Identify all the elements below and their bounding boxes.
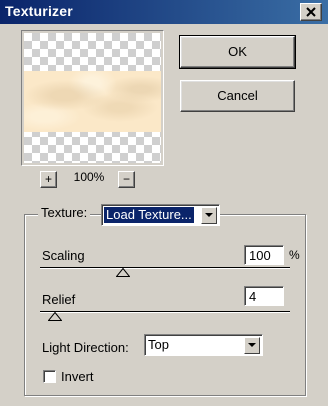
texture-dropdown-value: Load Texture... (104, 207, 194, 223)
zoom-in-button[interactable]: + (40, 171, 57, 188)
cancel-button[interactable]: Cancel (180, 80, 295, 112)
invert-checkbox[interactable] (43, 370, 56, 383)
texture-dropdown[interactable]: Load Texture... (101, 204, 220, 226)
invert-label[interactable]: Invert (61, 369, 94, 384)
texture-preview-image (24, 71, 161, 132)
light-direction-label: Light Direction: (42, 340, 129, 355)
light-direction-value: Top (148, 337, 169, 352)
relief-slider-track[interactable] (40, 311, 290, 313)
zoom-out-button[interactable]: − (118, 171, 135, 188)
light-direction-dropdown[interactable]: Top (144, 334, 263, 356)
scaling-input[interactable]: 100 (244, 245, 284, 265)
scaling-unit: % (289, 248, 300, 262)
texture-label: Texture: (38, 205, 91, 220)
scaling-slider-thumb[interactable] (115, 268, 130, 277)
close-icon (306, 7, 316, 17)
close-button[interactable] (300, 3, 322, 21)
scaling-label: Scaling (42, 248, 85, 263)
ok-button[interactable]: OK (179, 35, 296, 69)
scaling-slider-track[interactable] (40, 267, 290, 269)
relief-slider-thumb[interactable] (48, 312, 62, 321)
title-bar: Texturizer (0, 0, 328, 24)
chevron-down-icon[interactable] (201, 207, 217, 224)
zoom-level: 100% (73, 170, 105, 184)
relief-label: Relief (42, 292, 76, 307)
window-title: Texturizer (5, 3, 73, 19)
relief-input[interactable]: 4 (244, 286, 284, 306)
chevron-down-icon[interactable] (244, 337, 260, 354)
